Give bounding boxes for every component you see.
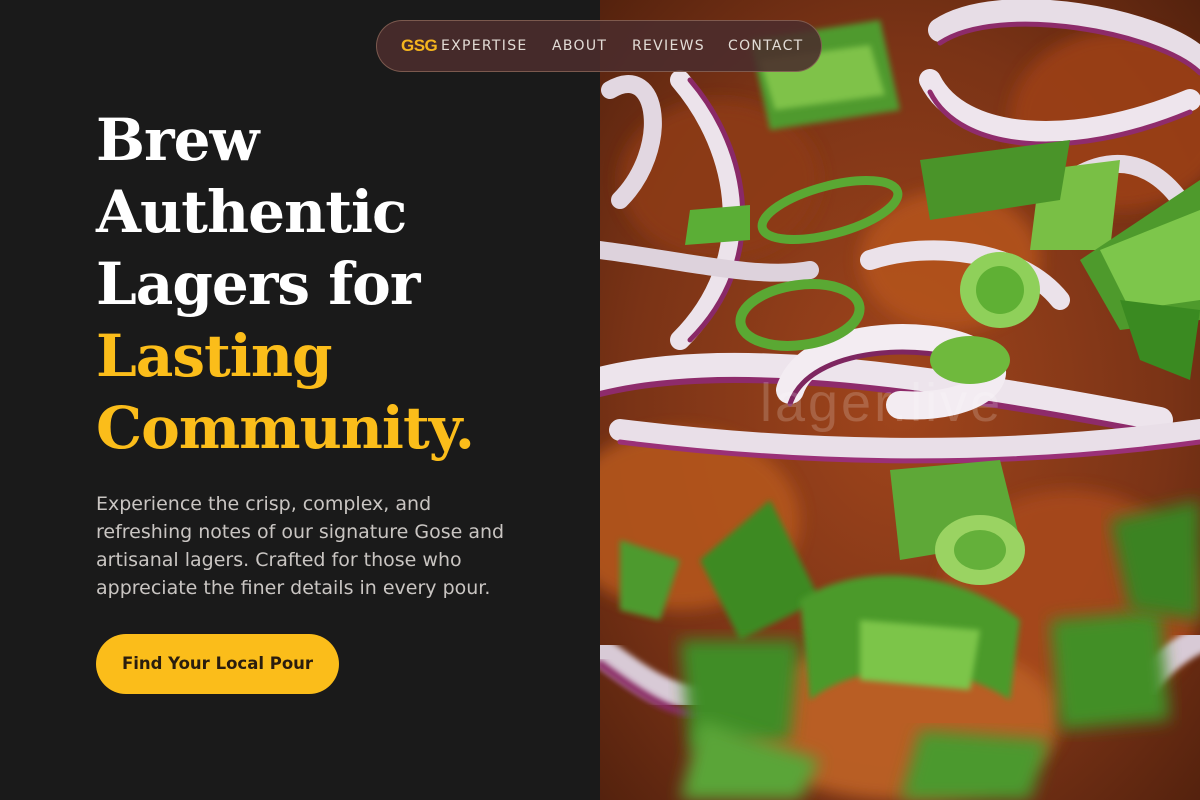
hero-text-panel: Brew Authentic Lagers for Lasting Commun… <box>0 0 600 800</box>
headline-accent-line: Lasting <box>96 322 333 390</box>
hero-subtext: Experience the crisp, complex, and refre… <box>96 493 505 599</box>
headline-accent-line: Community. <box>96 394 475 462</box>
headline-line: Brew <box>96 106 259 174</box>
nav-link-about[interactable]: ABOUT <box>552 38 607 54</box>
find-local-pour-button[interactable]: Find Your Local Pour <box>96 634 339 694</box>
headline-line: Lagers for <box>96 250 420 318</box>
nav-link-expertise[interactable]: EXPERTISE <box>441 38 528 54</box>
nav-link-reviews[interactable]: REVIEWS <box>632 38 705 54</box>
brand-logo[interactable]: GSG <box>401 36 438 56</box>
image-watermark: lager.live <box>760 373 1004 433</box>
page: Brew Authentic Lagers for Lasting Commun… <box>0 0 1200 800</box>
top-nav: GSG EXPERTISE ABOUT REVIEWS CONTACT <box>376 20 822 72</box>
headline-line: Authentic <box>96 178 407 246</box>
nav-link-contact[interactable]: CONTACT <box>728 38 804 54</box>
hero-headline: Brew Authentic Lagers for Lasting Commun… <box>96 104 475 464</box>
